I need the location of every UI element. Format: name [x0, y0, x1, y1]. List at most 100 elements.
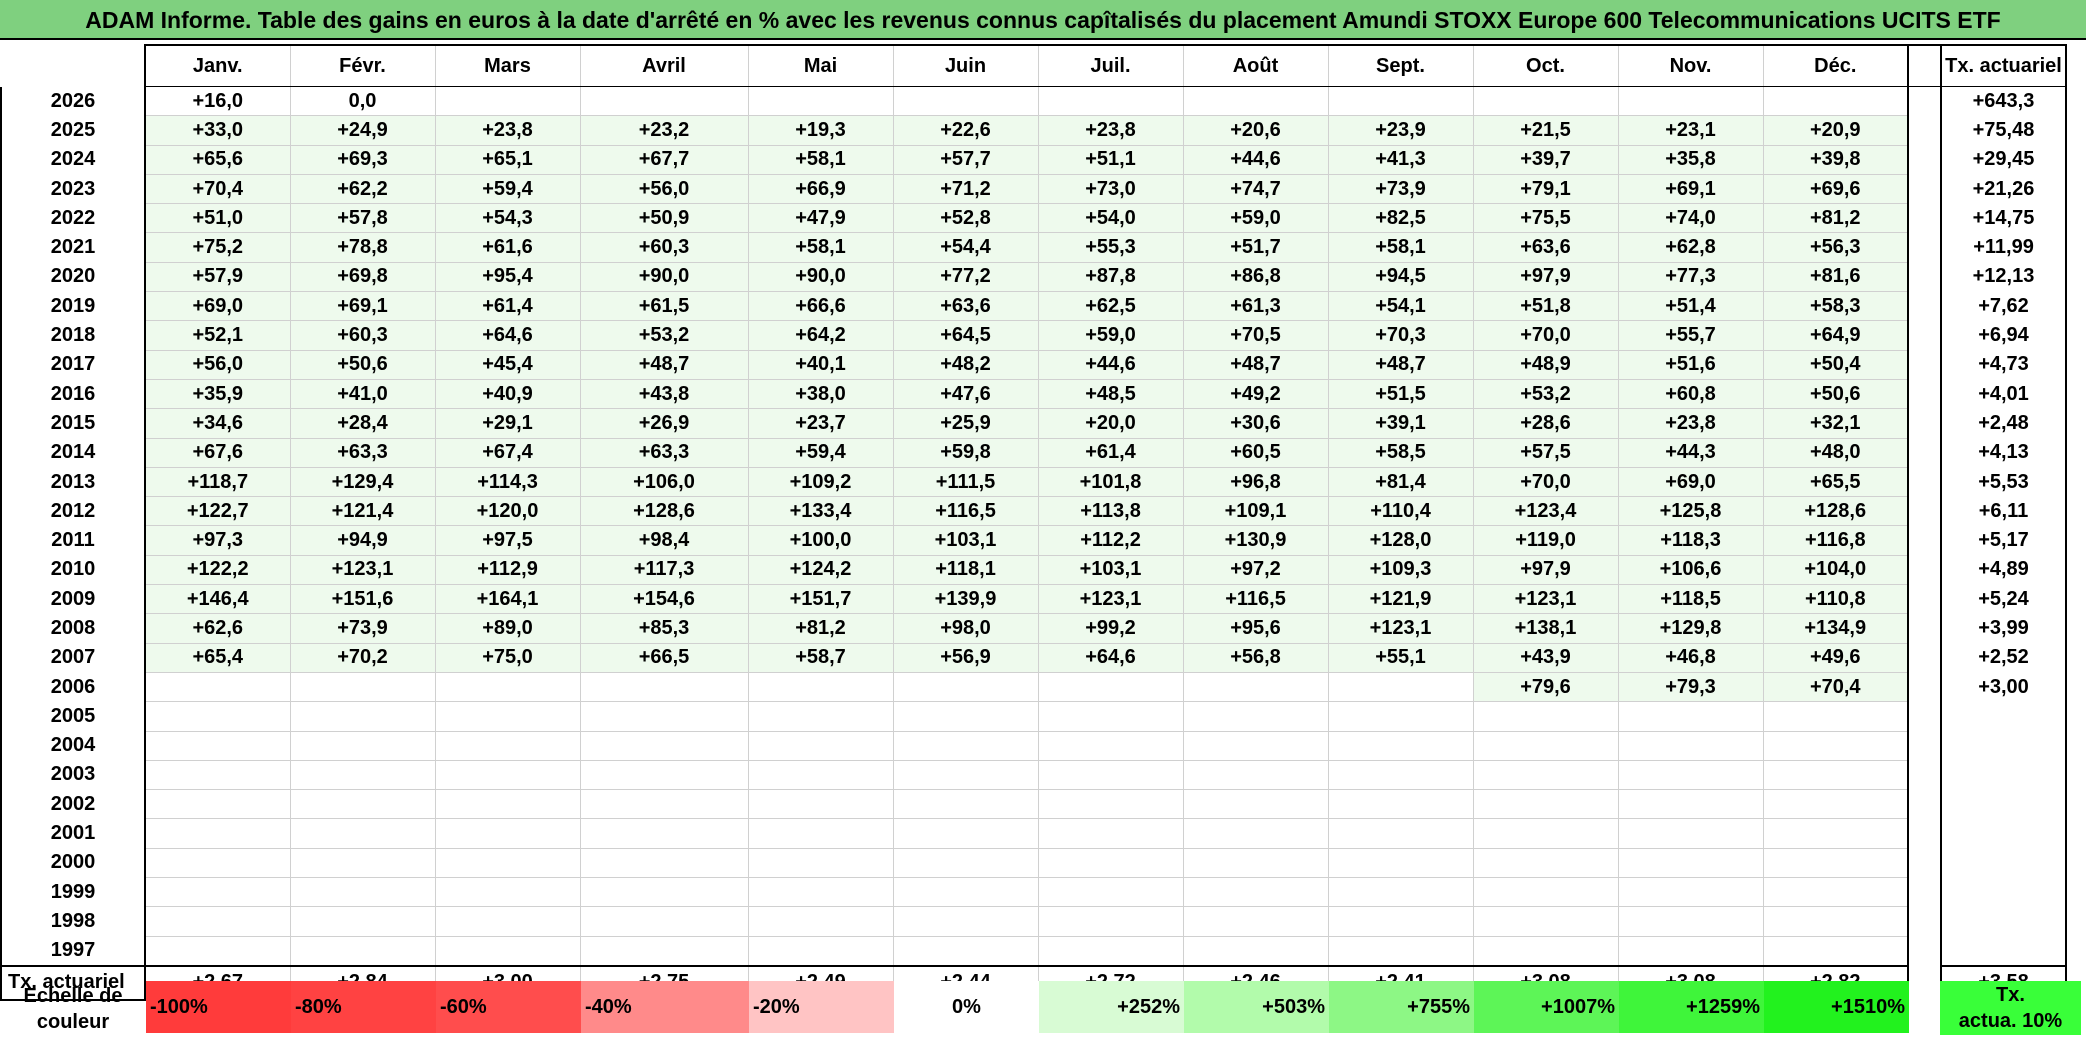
gain-cell: +50,4	[1762, 349, 1909, 380]
gain-cell	[144, 847, 291, 879]
gain-cell: +125,8	[1617, 496, 1764, 527]
gain-cell	[1617, 935, 1764, 967]
gain-cell: +110,4	[1327, 496, 1474, 527]
gap-cell	[1908, 936, 1941, 966]
gain-cell: +24,9	[289, 115, 436, 146]
corner-cell	[1, 45, 145, 87]
gain-cell: +96,8	[1182, 466, 1329, 498]
gain-cell: +67,7	[579, 144, 749, 175]
year-label: 2001	[0, 818, 145, 849]
gap-cell	[1908, 760, 1941, 790]
table-row: 1999	[0, 877, 2067, 908]
gain-cell: +23,8	[434, 115, 581, 146]
gain-cell: +74,7	[1182, 173, 1329, 205]
table-row: 2020 +57,9 +69,8 +95,4 +90,0 +90,0 +77,2 +87,8 +…	[0, 261, 2067, 293]
gain-cell: +23,2	[579, 115, 749, 146]
gain-cell	[1472, 847, 1619, 879]
gain-cell: +120,0	[434, 496, 581, 527]
year-label: 2022	[0, 203, 145, 233]
year-label: 2023	[0, 174, 145, 204]
gain-cell	[1617, 730, 1764, 761]
gain-cell: +73,0	[1037, 173, 1184, 205]
gain-cell: +51,7	[1182, 232, 1329, 263]
gain-cell	[1037, 818, 1184, 849]
gain-cell	[579, 877, 749, 908]
table-row: 2005	[0, 701, 2067, 732]
gain-cell: +48,0	[1762, 437, 1909, 468]
gain-cell	[289, 818, 436, 849]
gain-cell: +116,5	[1182, 584, 1329, 615]
gain-cell: +48,7	[579, 349, 749, 380]
year-label: 2006	[0, 672, 145, 702]
gain-cell: +97,9	[1472, 261, 1619, 293]
gain-cell: +40,9	[434, 378, 581, 410]
gain-cell	[1182, 789, 1329, 820]
gain-cell	[747, 730, 894, 761]
gain-cell: +55,3	[1037, 232, 1184, 263]
gain-cell	[1762, 935, 1909, 967]
gain-cell: +44,6	[1182, 144, 1329, 175]
gain-cell: +111,5	[892, 466, 1039, 498]
gain-cell: +118,3	[1617, 525, 1764, 556]
year-label: 1997	[0, 936, 145, 967]
gain-cell	[1617, 85, 1764, 117]
year-label: 2024	[0, 145, 145, 175]
gain-cell: +57,9	[144, 261, 291, 293]
gain-cell	[1762, 906, 1909, 937]
gain-cell: +79,6	[1472, 671, 1619, 703]
gain-cell	[579, 789, 749, 820]
gain-cell	[144, 701, 291, 732]
gain-cell: +116,8	[1762, 525, 1909, 556]
gain-cell: +38,0	[747, 378, 894, 410]
gain-cell: +28,4	[289, 408, 436, 439]
year-label: 2018	[0, 320, 145, 351]
gain-cell: +87,8	[1037, 261, 1184, 293]
gain-cell: +49,2	[1182, 378, 1329, 410]
gap-cell	[1908, 145, 1941, 175]
year-label: 2003	[0, 760, 145, 790]
gain-cell: +71,2	[892, 173, 1039, 205]
year-label: 2026	[0, 86, 145, 116]
gain-cell	[434, 877, 581, 908]
gain-cell: +109,2	[747, 466, 894, 498]
gain-cell: +43,8	[579, 378, 749, 410]
gain-cell: +61,4	[434, 291, 581, 322]
gain-cell	[289, 847, 436, 879]
gain-cell: +23,7	[747, 408, 894, 439]
gain-cell: +123,1	[1327, 613, 1474, 644]
gain-cell: +95,6	[1182, 613, 1329, 644]
gain-cell	[1762, 701, 1909, 732]
gain-cell	[1182, 906, 1329, 937]
gain-cell: +32,1	[1762, 408, 1909, 439]
gain-cell: +106,0	[579, 466, 749, 498]
gain-cell: +62,6	[144, 613, 291, 644]
gain-cell: +52,1	[144, 320, 291, 351]
table-row: 2023 +70,4 +62,2 +59,4 +56,0 +66,9 +71,2 +73,0 +…	[0, 173, 2067, 205]
gain-cell: +66,9	[747, 173, 894, 205]
gain-cell	[1327, 789, 1474, 820]
gain-cell: +110,8	[1762, 584, 1909, 615]
gain-cell: +112,2	[1037, 525, 1184, 556]
gain-cell: +19,3	[747, 115, 894, 146]
scale-swatch: +1510%	[1764, 981, 1909, 1033]
gap-cell	[1908, 584, 1941, 614]
gain-cell	[892, 730, 1039, 761]
gain-cell	[1037, 759, 1184, 791]
gain-cell	[1327, 671, 1474, 703]
gain-cell	[747, 847, 894, 879]
gain-cell	[892, 935, 1039, 967]
gain-cell: +79,1	[1472, 173, 1619, 205]
table-row: 2017 +56,0 +50,6 +45,4 +48,7 +40,1 +48,2 +44,6 +…	[0, 349, 2067, 380]
year-label: 2014	[0, 438, 145, 468]
gain-cell: +55,1	[1327, 642, 1474, 673]
gain-cell	[1617, 759, 1764, 791]
gain-cell: +58,5	[1327, 437, 1474, 468]
gain-cell	[579, 701, 749, 732]
page-title: ADAM Informe. Table des gains en euros à…	[0, 0, 2086, 40]
gain-cell: +121,4	[289, 496, 436, 527]
gain-cell: +123,1	[1037, 584, 1184, 615]
gain-cell	[289, 671, 436, 703]
gain-cell: +106,6	[1617, 554, 1764, 586]
gain-cell	[1617, 847, 1764, 879]
gain-cell: +63,3	[289, 437, 436, 468]
